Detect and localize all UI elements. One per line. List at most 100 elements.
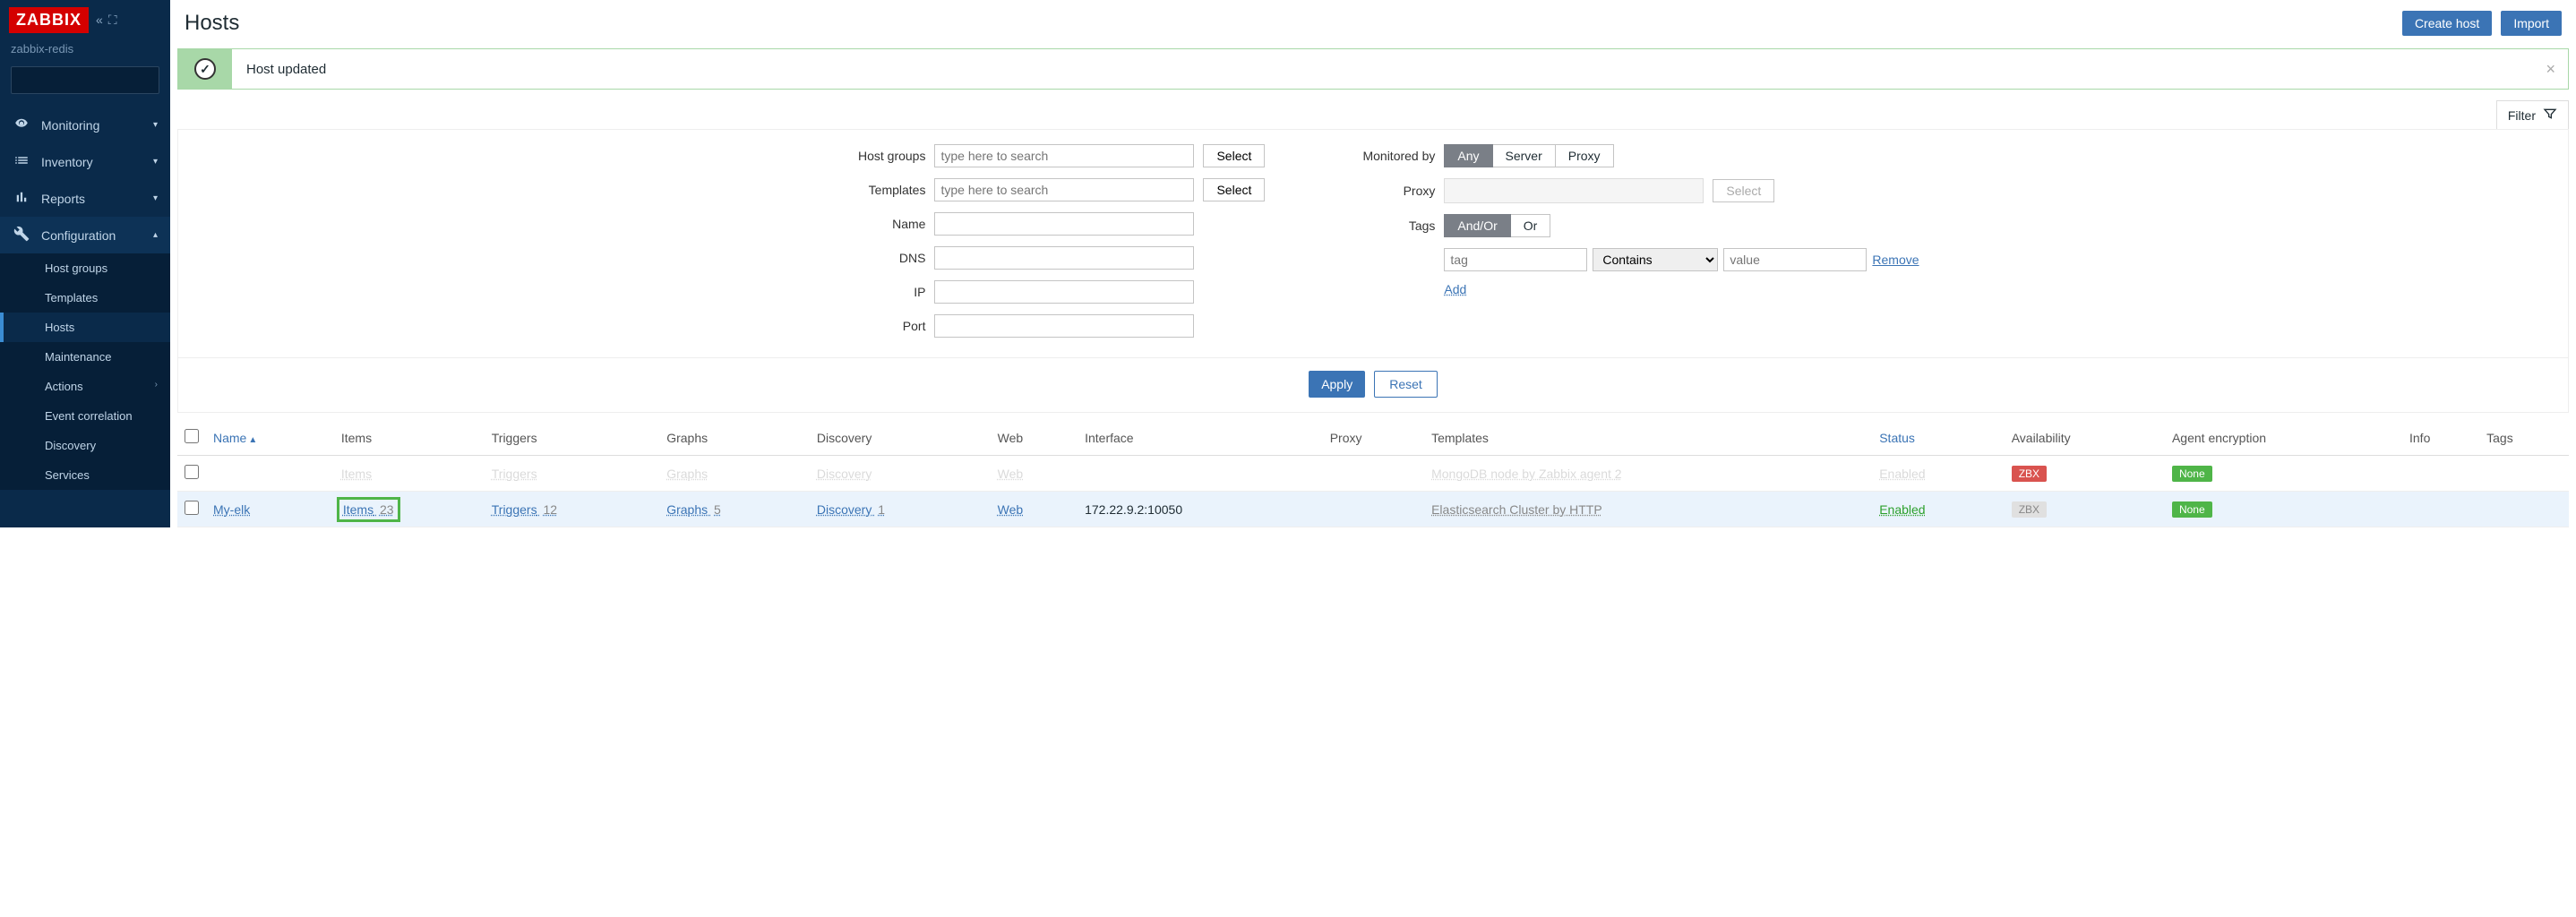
col-proxy: Proxy bbox=[1323, 420, 1424, 456]
import-button[interactable]: Import bbox=[2501, 11, 2562, 36]
sidebar-item-actions[interactable]: Actions› bbox=[0, 372, 170, 401]
graphs-link[interactable]: Graphs 5 bbox=[666, 502, 721, 517]
web-link[interactable]: Web bbox=[998, 467, 1024, 481]
row-checkbox[interactable] bbox=[185, 501, 199, 515]
sidebar-item-event-correlation[interactable]: Event correlation bbox=[0, 401, 170, 431]
sidebar-item-services[interactable]: Services bbox=[0, 460, 170, 490]
nav-configuration-label: Configuration bbox=[41, 228, 116, 243]
discovery-link[interactable]: Discovery bbox=[817, 467, 874, 481]
col-info: Info bbox=[2402, 420, 2479, 456]
nav-inventory[interactable]: Inventory ▾ bbox=[0, 143, 170, 180]
tag-operator-select[interactable]: Contains bbox=[1593, 248, 1718, 271]
col-status[interactable]: Status bbox=[1872, 420, 2005, 456]
hosts-table: Name▲ Items Triggers Graphs Discovery We… bbox=[177, 420, 2569, 527]
main-content: Hosts Create host Import ✓ Host updated … bbox=[170, 0, 2576, 527]
sidebar-item-discovery[interactable]: Discovery bbox=[0, 431, 170, 460]
col-name[interactable]: Name▲ bbox=[206, 420, 334, 456]
monitored-server-button[interactable]: Server bbox=[1493, 144, 1556, 167]
template-link[interactable]: MongoDB node by Zabbix agent 2 bbox=[1431, 467, 1621, 481]
sidebar-search-input[interactable] bbox=[17, 73, 176, 87]
tags-label: Tags bbox=[1336, 219, 1435, 233]
availability-badge: ZBX bbox=[2012, 466, 2047, 482]
chevron-right-icon: › bbox=[155, 380, 158, 390]
host-name-link[interactable]: My-elk bbox=[213, 502, 250, 517]
fullscreen-icon[interactable]: ⛶ bbox=[108, 13, 117, 28]
configuration-icon bbox=[13, 226, 30, 244]
configuration-submenu: Host groups Templates Hosts Maintenance … bbox=[0, 253, 170, 490]
triggers-link[interactable]: Triggers 12 bbox=[492, 502, 557, 517]
templates-label: Templates bbox=[827, 183, 925, 197]
status-link[interactable]: Enabled bbox=[1879, 467, 1925, 481]
monitored-by-label: Monitored by bbox=[1336, 149, 1435, 163]
nav-inventory-label: Inventory bbox=[41, 155, 93, 169]
name-label: Name bbox=[827, 217, 925, 231]
name-input[interactable] bbox=[934, 212, 1194, 236]
triggers-link[interactable]: Triggers bbox=[492, 467, 540, 481]
col-availability: Availability bbox=[2005, 420, 2165, 456]
templates-select-button[interactable]: Select bbox=[1203, 178, 1265, 201]
template-link[interactable]: Elasticsearch Cluster by HTTP bbox=[1431, 502, 1602, 517]
sidebar-item-maintenance[interactable]: Maintenance bbox=[0, 342, 170, 372]
tags-or-button[interactable]: Or bbox=[1511, 214, 1551, 237]
apply-button[interactable]: Apply bbox=[1309, 371, 1365, 398]
tag-add-link[interactable]: Add bbox=[1444, 282, 1466, 296]
page-title: Hosts bbox=[185, 11, 239, 36]
check-icon: ✓ bbox=[194, 58, 216, 80]
templates-input[interactable] bbox=[934, 178, 1194, 201]
items-link[interactable]: Items 23 bbox=[341, 501, 396, 518]
filter-icon bbox=[2543, 107, 2557, 124]
collapse-sidebar-icon[interactable]: « bbox=[96, 13, 103, 28]
graphs-link[interactable]: Graphs bbox=[666, 467, 710, 481]
col-triggers: Triggers bbox=[485, 420, 659, 456]
port-input[interactable] bbox=[934, 314, 1194, 338]
sidebar-item-templates[interactable]: Templates bbox=[0, 283, 170, 313]
port-label: Port bbox=[827, 319, 925, 333]
inventory-icon bbox=[13, 152, 30, 171]
table-row: My-elk Items 23 Triggers 12 Graphs 5 Dis… bbox=[177, 492, 2569, 527]
interface-cell: 172.22.9.2:10050 bbox=[1078, 492, 1323, 527]
nav-reports-label: Reports bbox=[41, 192, 85, 206]
row-checkbox[interactable] bbox=[185, 465, 199, 479]
filter-toggle[interactable]: Filter bbox=[2496, 100, 2569, 129]
sidebar-search[interactable] bbox=[11, 66, 159, 94]
tag-remove-link[interactable]: Remove bbox=[1872, 253, 1919, 267]
interface-cell bbox=[1078, 456, 1323, 492]
create-host-button[interactable]: Create host bbox=[2402, 11, 2492, 36]
proxy-select-button: Select bbox=[1713, 179, 1774, 202]
logo[interactable]: ZABBIX bbox=[9, 7, 89, 33]
col-templates: Templates bbox=[1424, 420, 1872, 456]
sidebar: ZABBIX « ⛶ zabbix-redis Monitoring ▾ Inv… bbox=[0, 0, 170, 527]
discovery-link[interactable]: Discovery 1 bbox=[817, 502, 885, 517]
encryption-badge: None bbox=[2172, 501, 2212, 518]
host-groups-select-button[interactable]: Select bbox=[1203, 144, 1265, 167]
reset-button[interactable]: Reset bbox=[1374, 371, 1438, 398]
alert-close-button[interactable]: × bbox=[2533, 60, 2568, 79]
tag-value-input[interactable] bbox=[1723, 248, 1867, 271]
ip-input[interactable] bbox=[934, 280, 1194, 304]
col-graphs: Graphs bbox=[659, 420, 810, 456]
sidebar-item-host-groups[interactable]: Host groups bbox=[0, 253, 170, 283]
tags-mode-toggle: And/Or Or bbox=[1444, 214, 1550, 237]
dns-input[interactable] bbox=[934, 246, 1194, 270]
select-all-checkbox[interactable] bbox=[185, 429, 199, 443]
host-groups-input[interactable] bbox=[934, 144, 1194, 167]
nav-configuration[interactable]: Configuration ▴ bbox=[0, 217, 170, 253]
monitored-any-button[interactable]: Any bbox=[1444, 144, 1492, 167]
tag-name-input[interactable] bbox=[1444, 248, 1587, 271]
col-discovery: Discovery bbox=[810, 420, 991, 456]
availability-badge: ZBX bbox=[2012, 501, 2047, 518]
reports-icon bbox=[13, 189, 30, 208]
nav-reports[interactable]: Reports ▾ bbox=[0, 180, 170, 217]
chevron-down-icon: ▾ bbox=[153, 157, 158, 167]
monitoring-icon bbox=[13, 116, 30, 134]
items-link[interactable]: Items bbox=[341, 467, 374, 481]
status-link[interactable]: Enabled bbox=[1879, 502, 1925, 517]
sidebar-item-hosts[interactable]: Hosts bbox=[0, 313, 170, 342]
tags-andor-button[interactable]: And/Or bbox=[1444, 214, 1510, 237]
web-link[interactable]: Web bbox=[998, 502, 1024, 517]
chevron-up-icon: ▴ bbox=[153, 230, 158, 240]
col-interface: Interface bbox=[1078, 420, 1323, 456]
monitored-proxy-button[interactable]: Proxy bbox=[1556, 144, 1614, 167]
host-groups-label: Host groups bbox=[827, 149, 925, 163]
nav-monitoring[interactable]: Monitoring ▾ bbox=[0, 107, 170, 143]
